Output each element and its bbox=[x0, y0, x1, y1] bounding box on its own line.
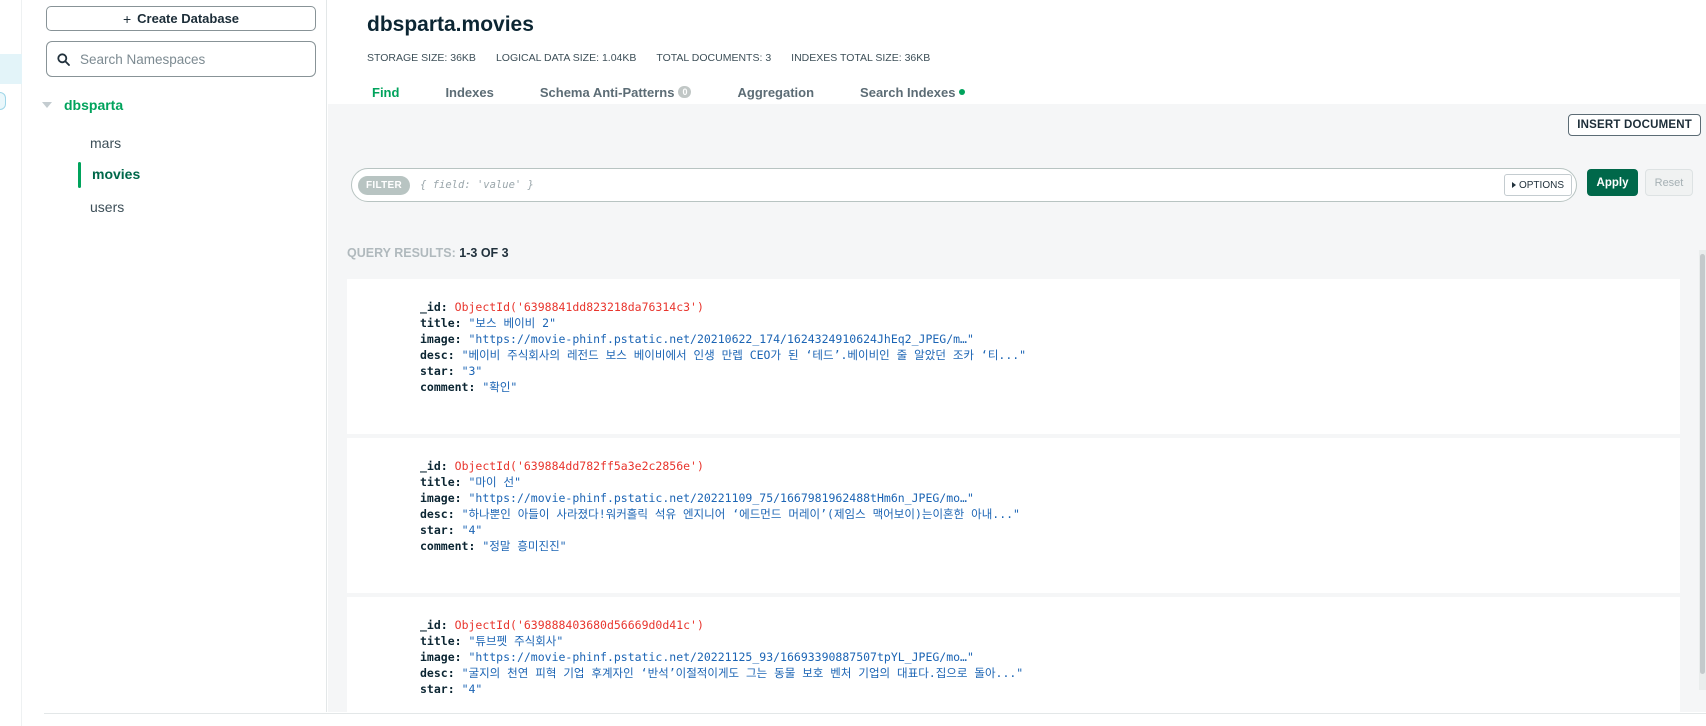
field-id: _id: ObjectId('639888403680d56669d0d41c'… bbox=[420, 618, 704, 632]
field-title: title: "보스 베이비 2" bbox=[420, 316, 557, 330]
caret-down-icon[interactable] bbox=[42, 102, 52, 108]
collection-stats: STORAGE SIZE: 36KB LOGICAL DATA SIZE: 1.… bbox=[367, 52, 930, 64]
reset-button[interactable]: Reset bbox=[1645, 169, 1693, 196]
sidebar: + Create Database dbsparta mars movies u… bbox=[22, 0, 327, 712]
filter-input[interactable] bbox=[420, 179, 1504, 191]
stat-logical-data-size: LOGICAL DATA SIZE: 1.04KB bbox=[495, 52, 637, 64]
field-id: _id: ObjectId('639884dd782ff5a3e2c2856e'… bbox=[420, 459, 704, 473]
stat-total-documents: TOTAL DOCUMENTS: 3 bbox=[656, 52, 772, 64]
tab-find[interactable]: Find bbox=[372, 82, 399, 102]
count-badge: 0 bbox=[678, 86, 692, 98]
page-title: dbsparta.movies bbox=[367, 13, 534, 36]
field-comment: comment: "확인" bbox=[420, 380, 518, 394]
collection-item-users[interactable]: users bbox=[78, 195, 124, 219]
scrollbar-thumb[interactable] bbox=[1700, 254, 1705, 674]
divider bbox=[44, 713, 1706, 714]
field-desc: desc: "하나뿐인 아들이 사라졌다!워커홀릭 석유 엔지니어 ‘에드먼드 … bbox=[420, 507, 1020, 521]
database-item[interactable]: dbsparta bbox=[42, 96, 123, 114]
create-database-label: Create Database bbox=[137, 11, 240, 26]
collection-item-mars[interactable]: mars bbox=[78, 131, 121, 155]
search-namespaces-input[interactable] bbox=[80, 51, 300, 67]
stat-indexes-total-size: INDEXES TOTAL SIZE: 36KB bbox=[791, 52, 931, 64]
field-desc: desc: "굴지의 천연 피혁 기업 후계자인 ‘반석’이절적이게도 그는 동… bbox=[420, 666, 1024, 680]
field-image: image: "https://movie-phinf.pstatic.net/… bbox=[420, 650, 974, 664]
field-desc: desc: "베이비 주식회사의 레전드 보스 베이비에서 인생 만렙 CEO가… bbox=[420, 348, 1027, 362]
status-dot-icon bbox=[959, 89, 966, 95]
field-image: image: "https://movie-phinf.pstatic.net/… bbox=[420, 332, 974, 346]
field-star: star: "3" bbox=[420, 364, 483, 378]
document-card[interactable]: _id: ObjectId('639884dd782ff5a3e2c2856e'… bbox=[347, 438, 1680, 593]
field-id: _id: ObjectId('6398841dd823218da76314c3'… bbox=[420, 300, 704, 314]
tab-search-indexes[interactable]: Search Indexes bbox=[860, 82, 966, 102]
left-rail bbox=[0, 0, 22, 726]
tab-aggregation[interactable]: Aggregation bbox=[737, 82, 814, 102]
field-title: title: "튜브펫 주식회사" bbox=[420, 634, 564, 648]
field-comment: comment: "정말 흥미진진" bbox=[420, 539, 567, 553]
search-icon bbox=[57, 52, 70, 66]
options-button[interactable]: OPTIONS bbox=[1503, 174, 1572, 196]
plus-icon: + bbox=[122, 10, 132, 27]
field-image: image: "https://movie-phinf.pstatic.net/… bbox=[420, 491, 974, 505]
caret-right-icon bbox=[1511, 182, 1516, 188]
search-namespaces-field[interactable] bbox=[46, 41, 316, 77]
query-results-summary: QUERY RESULTS: 1-3 OF 3 bbox=[347, 246, 509, 260]
filter-bar: FILTER OPTIONS bbox=[351, 168, 1577, 202]
tab-indexes[interactable]: Indexes bbox=[445, 82, 493, 102]
collection-item-movies[interactable]: movies bbox=[78, 162, 140, 188]
database-name: dbsparta bbox=[64, 97, 124, 113]
stat-storage-size: STORAGE SIZE: 36KB bbox=[367, 52, 476, 64]
rail-highlight[interactable] bbox=[0, 54, 22, 84]
field-title: title: "마이 선" bbox=[420, 475, 521, 489]
documents-view: INSERT DOCUMENT FILTER OPTIONS Apply Res… bbox=[328, 104, 1706, 712]
field-star: star: "4" bbox=[420, 682, 483, 696]
rail-toggle-handle[interactable] bbox=[0, 92, 6, 110]
collection-tabs: Find Indexes Schema Anti-Patterns 0 Aggre… bbox=[372, 82, 1011, 102]
results-scrollbar[interactable] bbox=[1699, 250, 1706, 690]
create-database-button[interactable]: + Create Database bbox=[46, 6, 316, 31]
filter-label: FILTER bbox=[358, 175, 411, 195]
insert-document-button[interactable]: INSERT DOCUMENT bbox=[1568, 114, 1701, 136]
tab-schema-anti-patterns[interactable]: Schema Anti-Patterns 0 bbox=[540, 82, 692, 102]
document-card[interactable]: _id: ObjectId('6398841dd823218da76314c3'… bbox=[347, 279, 1680, 434]
field-star: star: "4" bbox=[420, 523, 483, 537]
main-panel: dbsparta.movies STORAGE SIZE: 36KB LOGIC… bbox=[328, 0, 1706, 712]
document-card[interactable]: _id: ObjectId('639888403680d56669d0d41c'… bbox=[347, 597, 1680, 712]
apply-button[interactable]: Apply bbox=[1587, 169, 1638, 196]
